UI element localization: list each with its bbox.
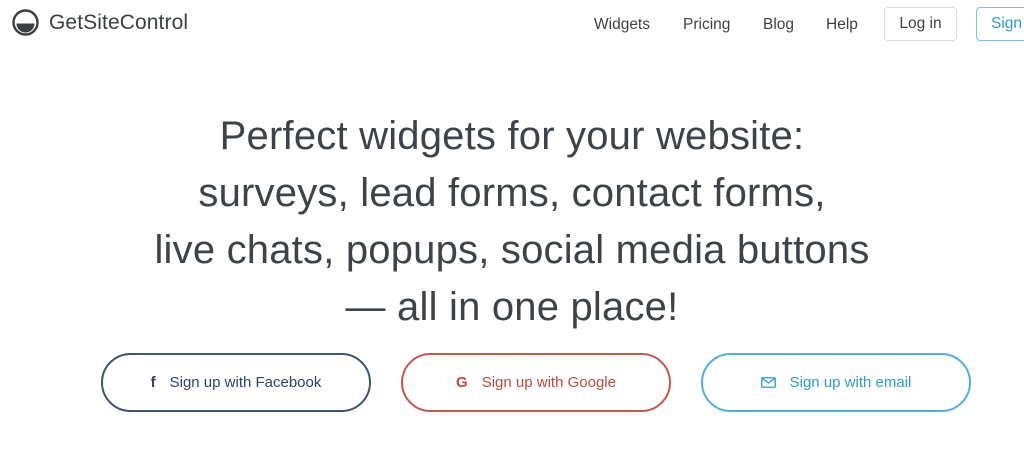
signup-google-label: Sign up with Google [481,374,616,391]
nav-blog[interactable]: Blog [763,16,794,34]
signup-facebook-label: Sign up with Facebook [169,374,322,391]
nav-widgets[interactable]: Widgets [594,16,650,34]
envelope-icon [760,377,776,388]
signup-email-label: Sign up with email [789,374,912,391]
google-icon: G [456,374,468,391]
signup-button[interactable]: Sign [976,7,1024,41]
signup-email-button[interactable]: Sign up with email [701,353,971,412]
headline-line-4: — all in one place! [345,285,679,329]
headline-line-2: surveys, lead forms, contact forms, [198,171,826,215]
headline-line-3: live chats, popups, social media buttons [154,228,870,272]
signup-google-button[interactable]: G Sign up with Google [401,353,671,412]
main-nav: Widgets Pricing Blog Help Log in Sign [0,0,1024,52]
signup-facebook-button[interactable]: f Sign up with Facebook [101,353,371,412]
facebook-icon: f [150,374,156,391]
login-button[interactable]: Log in [884,7,957,41]
hero-headline: Perfect widgets for your website: survey… [0,108,1024,336]
header: GetSiteControl Widgets Pricing Blog Help… [0,0,1024,52]
page: GetSiteControl Widgets Pricing Blog Help… [0,0,1024,453]
nav-help[interactable]: Help [826,16,858,34]
nav-pricing[interactable]: Pricing [683,16,730,34]
headline-line-1: Perfect widgets for your website: [219,114,805,158]
